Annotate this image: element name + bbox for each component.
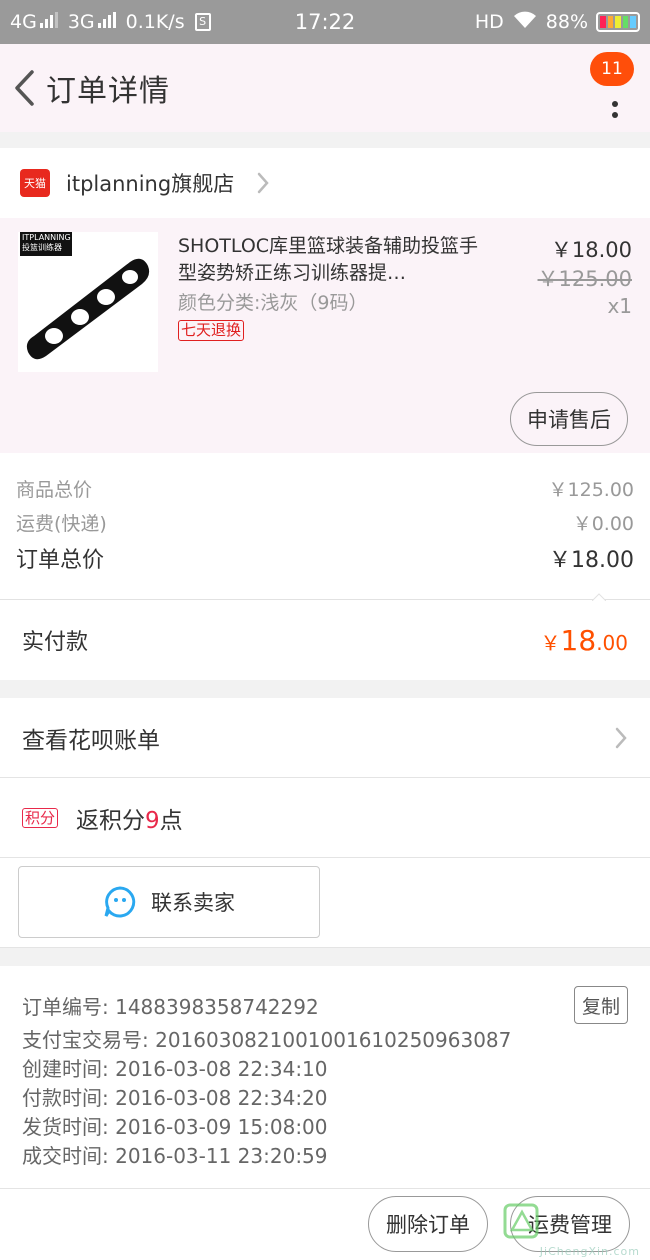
battery-level: 88% xyxy=(545,11,588,33)
order-total-row: 订单总价 ￥18.00 xyxy=(16,541,634,581)
order-number: 订单编号: 1488398358742292 xyxy=(22,995,319,1019)
points-row: 积分 返积分9点 xyxy=(0,778,650,858)
product-original-price: ￥125.00 xyxy=(537,267,632,291)
goods-total-label: 商品总价 xyxy=(16,479,93,501)
back-button[interactable] xyxy=(2,44,46,132)
hd-label: HD xyxy=(474,11,504,33)
chevron-left-icon xyxy=(15,70,34,106)
points-badge: 积分 xyxy=(22,807,59,828)
after-sale-button[interactable]: 申请售后 xyxy=(510,392,628,446)
battery-icon xyxy=(596,12,640,32)
product-thumbnail[interactable]: ITPLANNING 投篮训练器 xyxy=(18,232,158,372)
product-price: ￥18.00 xyxy=(550,238,632,262)
sim-icon: S xyxy=(194,13,211,31)
paid-label: 实付款 xyxy=(22,630,89,655)
shipping-value: ￥0.00 xyxy=(572,513,634,535)
paid-amount: ￥18.00 xyxy=(540,623,628,657)
network-4g: 4G xyxy=(10,11,58,33)
shipped-time: 发货时间: 2016-03-09 15:08:00 xyxy=(22,1115,328,1139)
price-summary: 商品总价 ￥125.00 运费(快递) ￥0.00 订单总价 ￥18.00 xyxy=(0,453,650,601)
divider xyxy=(0,599,650,600)
product-title[interactable]: SHOTLOC库里篮球装备辅助投篮手型姿势矫正练习训练器提… xyxy=(178,233,488,287)
signal-icon xyxy=(39,12,58,28)
bottom-action-bar: 删除订单 运费管理 JiChengXin.com xyxy=(0,1188,650,1260)
product-quantity: x1 xyxy=(607,294,632,318)
network-3g: 3G xyxy=(68,11,116,33)
tmall-icon: 天猫 xyxy=(20,169,50,197)
shipping-label: 运费(快递) xyxy=(16,513,107,535)
notch-arrow-icon xyxy=(592,593,606,601)
created-time: 创建时间: 2016-03-08 22:34:10 xyxy=(22,1057,328,1081)
watermark-logo-icon xyxy=(503,1203,539,1239)
completed-time: 成交时间: 2016-03-11 23:20:59 xyxy=(22,1144,328,1168)
contact-seller-label: 联系卖家 xyxy=(151,892,235,915)
contact-section: 联系卖家 xyxy=(0,858,650,948)
goods-total-value: ￥125.00 xyxy=(548,479,634,501)
status-bar: 4G 3G 0.1K/s S 17:22 HD 88% xyxy=(0,0,650,44)
alipay-trade-number: 支付宝交易号: 2016030821001001610250963087 xyxy=(22,1028,512,1052)
points-text: 返积分9点 xyxy=(76,807,183,834)
page-title: 订单详情 xyxy=(46,74,170,109)
order-info: 订单编号: 1488398358742292 支付宝交易号: 201603082… xyxy=(0,966,650,1194)
paid-amount-row: 实付款 ￥18.00 xyxy=(0,600,650,680)
shop-row[interactable]: 天猫 itplanning旗舰店 xyxy=(0,148,650,218)
watermark-url: JiChengXin.com xyxy=(539,1245,640,1258)
shipping-row: 运费(快递) ￥0.00 xyxy=(16,507,634,541)
product-image-icon xyxy=(26,258,150,360)
contact-seller-button[interactable]: 联系卖家 xyxy=(18,866,320,938)
order-total-label: 订单总价 xyxy=(16,548,105,573)
product-card[interactable]: ITPLANNING 投篮训练器 SHOTLOC库里篮球装备辅助投篮手型姿势矫正… xyxy=(0,218,650,453)
chat-bubble-icon xyxy=(104,886,136,918)
chevron-right-icon xyxy=(615,727,627,748)
copy-order-number-button[interactable]: 复制 xyxy=(574,986,628,1024)
site-watermark: JiChengXin.com xyxy=(496,1198,646,1258)
product-sku: 颜色分类:浅灰（9码） xyxy=(178,292,368,314)
return-policy-badge: 七天退换 xyxy=(178,320,245,341)
shop-name: itplanning旗舰店 xyxy=(66,172,235,196)
huabei-bill-label: 查看花呗账单 xyxy=(22,727,160,754)
nav-bar: 订单详情 11 xyxy=(0,44,650,132)
huabei-bill-row[interactable]: 查看花呗账单 xyxy=(0,698,650,778)
chevron-right-icon xyxy=(257,172,269,194)
points-count: 9 xyxy=(145,807,160,834)
net-speed: 0.1K/s xyxy=(125,11,185,33)
paid-time: 付款时间: 2016-03-08 22:34:20 xyxy=(22,1086,328,1110)
order-total-value: ￥18.00 xyxy=(549,548,634,573)
wifi-icon xyxy=(512,10,538,35)
message-badge[interactable]: 11 xyxy=(590,52,634,86)
signal-icon xyxy=(97,12,116,28)
delete-order-button[interactable]: 删除订单 xyxy=(368,1196,488,1252)
more-dots-icon xyxy=(612,101,618,107)
goods-total-row: 商品总价 ￥125.00 xyxy=(16,473,634,507)
